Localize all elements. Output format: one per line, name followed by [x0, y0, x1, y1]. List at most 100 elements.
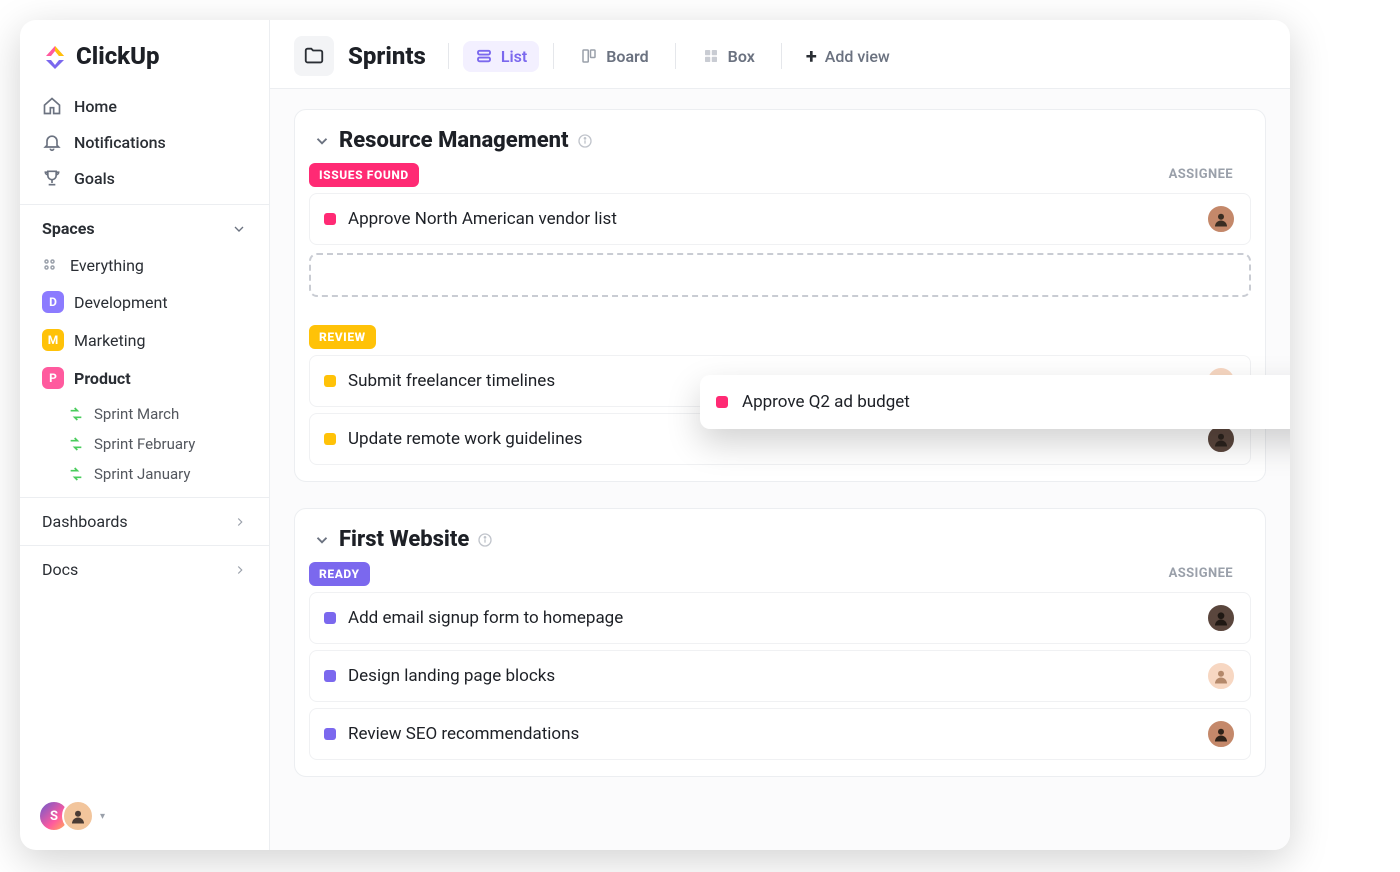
group-title: First Website	[339, 527, 469, 552]
status-dot-icon	[324, 213, 336, 225]
section-dashboards-label: Dashboards	[42, 512, 128, 531]
user-dock[interactable]: S ▾	[38, 800, 105, 832]
home-icon	[42, 96, 62, 116]
status-pill[interactable]: READY	[309, 562, 370, 586]
brand[interactable]: ClickUp	[20, 20, 269, 88]
sprint-item[interactable]: Sprint January	[46, 459, 269, 489]
task-title: Approve Q2 ad budget	[742, 392, 910, 412]
chevron-right-icon	[233, 563, 247, 577]
nav-home[interactable]: Home	[32, 88, 257, 124]
user-avatar	[62, 800, 94, 832]
spaces-header[interactable]: Spaces	[20, 204, 269, 248]
chevron-down-icon	[313, 531, 331, 549]
caret-down-icon: ▾	[100, 811, 105, 822]
info-icon[interactable]	[577, 133, 593, 149]
nav-goals-label: Goals	[74, 169, 115, 188]
task-title: Approve North American vendor list	[348, 209, 617, 229]
group-header[interactable]: Resource Management	[309, 124, 1251, 163]
space-development[interactable]: D Development	[20, 283, 269, 321]
status-dot-icon	[324, 728, 336, 740]
sidebar: ClickUp Home Notifications Goals Spaces …	[20, 20, 270, 850]
view-tab-box-label: Box	[728, 47, 755, 66]
sprint-item[interactable]: Sprint February	[46, 429, 269, 459]
sprint-item[interactable]: Sprint March	[46, 399, 269, 429]
add-view-button[interactable]: + Add view	[796, 40, 900, 72]
chevron-down-icon	[231, 221, 247, 237]
sprint-label: Sprint March	[94, 405, 179, 423]
task-row[interactable]: Review SEO recommendations	[309, 708, 1251, 760]
status-dot-icon	[324, 433, 336, 445]
nav-goals[interactable]: Goals	[32, 160, 257, 196]
task-title: Design landing page blocks	[348, 666, 555, 686]
space-label: Marketing	[74, 331, 145, 350]
status-pill[interactable]: ISSUES FOUND	[309, 163, 419, 187]
box-icon	[702, 47, 720, 65]
assignee-avatar[interactable]	[1206, 719, 1236, 749]
spaces-header-label: Spaces	[42, 219, 95, 238]
section-dashboards[interactable]: Dashboards	[20, 497, 269, 545]
space-everything-label: Everything	[70, 256, 144, 275]
nav-notifications[interactable]: Notifications	[32, 124, 257, 160]
brand-name: ClickUp	[76, 42, 160, 70]
view-tab-board-label: Board	[606, 47, 648, 66]
assignee-header: ASSIGNEE	[1169, 566, 1233, 581]
nav-notifications-label: Notifications	[74, 133, 166, 152]
space-badge: P	[42, 367, 64, 389]
assignee-avatar[interactable]	[1206, 204, 1236, 234]
task-row[interactable]: Approve North American vendor list	[309, 193, 1251, 245]
nav-primary: Home Notifications Goals	[20, 88, 269, 204]
sprint-label: Sprint February	[94, 435, 195, 453]
nav-home-label: Home	[74, 97, 117, 116]
grid-icon	[42, 257, 60, 275]
status-dot-icon	[324, 375, 336, 387]
view-tab-list[interactable]: List	[463, 41, 539, 72]
assignee-avatar[interactable]	[1206, 661, 1236, 691]
space-label: Product	[74, 369, 131, 388]
task-title: Add email signup form to homepage	[348, 608, 623, 628]
space-marketing[interactable]: M Marketing	[20, 321, 269, 359]
plus-icon: +	[806, 46, 817, 66]
space-badge: M	[42, 329, 64, 351]
task-title: Submit freelancer timelines	[348, 371, 555, 391]
chevron-right-icon	[233, 515, 247, 529]
status-block: ASSIGNEE READY Add email signup form to …	[309, 562, 1251, 760]
status-dot-icon	[324, 670, 336, 682]
info-icon[interactable]	[477, 532, 493, 548]
space-everything[interactable]: Everything	[20, 248, 269, 283]
task-row[interactable]: Design landing page blocks	[309, 650, 1251, 702]
status-block: ASSIGNEE ISSUES FOUND Approve North Amer…	[309, 163, 1251, 297]
divider	[448, 43, 449, 69]
task-row[interactable]: Add email signup form to homepage	[309, 592, 1251, 644]
chevron-down-icon	[313, 132, 331, 150]
sprint-icon	[68, 466, 84, 482]
page-title: Sprints	[348, 42, 426, 70]
main: Sprints List Board Box + Add view	[270, 20, 1290, 850]
divider	[553, 43, 554, 69]
assignee-header: ASSIGNEE	[1169, 167, 1233, 182]
status-pill[interactable]: REVIEW	[309, 325, 376, 349]
sprint-icon	[68, 406, 84, 422]
bell-icon	[42, 132, 62, 152]
assignee-avatar[interactable]	[1206, 603, 1236, 633]
sprint-label: Sprint January	[94, 465, 190, 483]
dragging-task-card[interactable]: Approve Q2 ad budget	[700, 375, 1290, 429]
product-children: Sprint March Sprint February Sprint Janu…	[20, 397, 269, 497]
divider	[675, 43, 676, 69]
view-tab-board[interactable]: Board	[568, 41, 660, 72]
space-product[interactable]: P Product	[20, 359, 269, 397]
drop-zone[interactable]	[309, 253, 1251, 297]
clickup-logo-icon	[42, 43, 68, 69]
folder-icon	[303, 45, 325, 67]
group-card: First Website ASSIGNEE READY Add email s…	[294, 508, 1266, 777]
section-docs[interactable]: Docs	[20, 545, 269, 593]
section-docs-label: Docs	[42, 560, 78, 579]
folder-button[interactable]	[294, 36, 334, 76]
app-window: ClickUp Home Notifications Goals Spaces …	[20, 20, 1290, 850]
space-badge: D	[42, 291, 64, 313]
task-title: Review SEO recommendations	[348, 724, 579, 744]
list-icon	[475, 47, 493, 65]
content: Resource Management ASSIGNEE ISSUES FOUN…	[270, 89, 1290, 850]
view-tab-box[interactable]: Box	[690, 41, 767, 72]
group-header[interactable]: First Website	[309, 523, 1251, 562]
add-view-label: Add view	[825, 47, 890, 66]
